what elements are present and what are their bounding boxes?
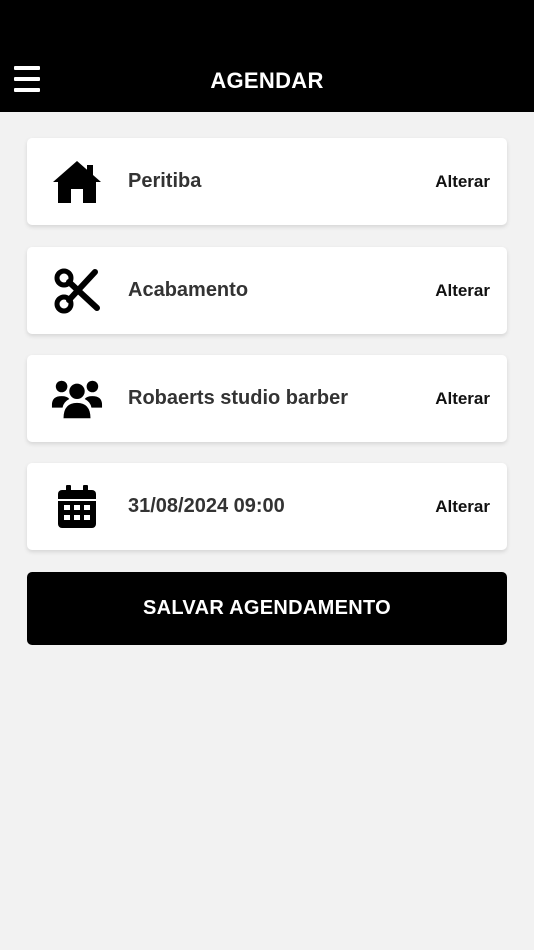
app-screen: AGENDAR Peritiba Alterar Acabamento Alte… — [0, 0, 534, 950]
professional-card: Robaerts studio barber Alterar — [27, 355, 507, 442]
location-card: Peritiba Alterar — [27, 138, 507, 225]
datetime-card: 31/08/2024 09:00 Alterar — [27, 463, 507, 550]
change-service-button[interactable]: Alterar — [435, 247, 490, 334]
page-title: AGENDAR — [210, 68, 324, 93]
change-location-button[interactable]: Alterar — [435, 138, 490, 225]
service-label: Acabamento — [128, 279, 249, 301]
home-icon — [51, 157, 103, 207]
service-card: Acabamento Alterar — [27, 247, 507, 334]
professional-label: Robaerts studio barber — [128, 387, 349, 409]
datetime-label: 31/08/2024 09:00 — [128, 495, 285, 517]
location-label: Peritiba — [128, 170, 202, 192]
scissors-icon — [51, 266, 103, 316]
change-professional-button[interactable]: Alterar — [435, 355, 490, 442]
save-appointment-button[interactable]: SALVAR AGENDAMENTO — [27, 572, 507, 645]
top-bar: AGENDAR — [0, 0, 534, 112]
users-icon — [51, 374, 103, 424]
change-datetime-button[interactable]: Alterar — [435, 463, 490, 550]
calendar-icon — [51, 482, 103, 532]
